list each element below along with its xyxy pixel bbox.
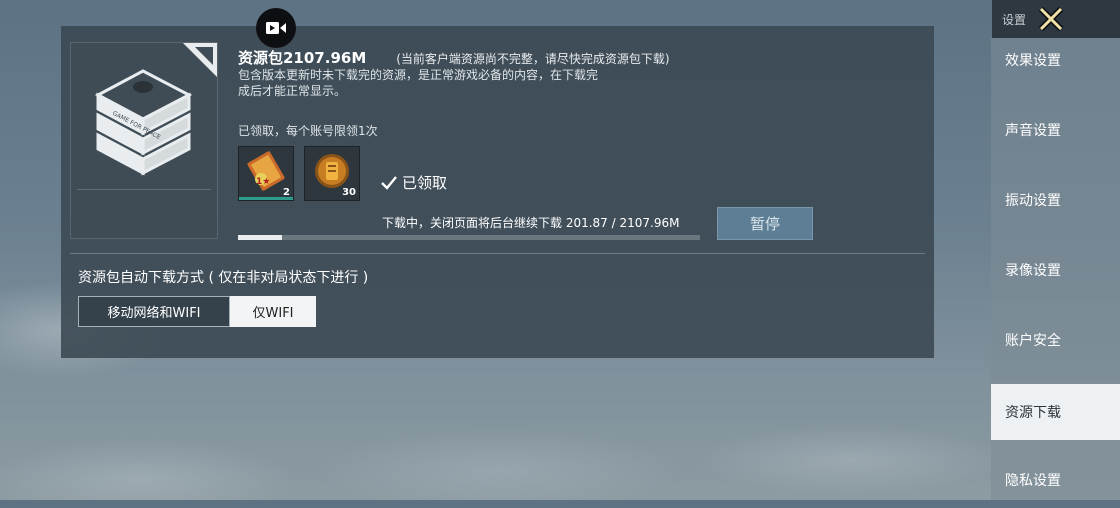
- settings-label: 设置: [1002, 13, 1027, 27]
- sidebar-item-label: 资源下载: [1005, 405, 1061, 421]
- svg-text:1★: 1★: [256, 177, 270, 187]
- sidebar-item-label: 隐私设置: [1005, 473, 1061, 489]
- claim-note: 已领取，每个账号限领1次: [238, 124, 378, 138]
- auto-download-label: 资源包自动下载方式 ( 仅在非对局状态下进行 ): [78, 270, 369, 286]
- sidebar-item-label: 效果设置: [1005, 53, 1061, 69]
- sidebar-item-sound[interactable]: 声音设置: [991, 102, 1120, 158]
- pause-button[interactable]: 暂停: [717, 207, 813, 240]
- download-status: 下载中，关闭页面将后台继续下载 201.87 / 2107.96M: [382, 216, 680, 230]
- claimed-label: 已领取: [402, 174, 448, 192]
- option-wifi-only[interactable]: 仅WIFI: [230, 296, 316, 327]
- sidebar-item-effects[interactable]: 效果设置: [991, 32, 1120, 88]
- sidebar-item-label: 声音设置: [1005, 123, 1061, 139]
- download-progress-fill: [238, 235, 283, 240]
- pack-description: 包含版本更新时未下载完的资源，是正常游戏必备的内容，在下载完 成后才能正常显示。: [238, 67, 678, 99]
- sidebar-item-account-security[interactable]: 账户安全: [991, 312, 1120, 368]
- sidebar-item-recording[interactable]: 录像设置: [991, 242, 1120, 298]
- option-mobile-and-wifi[interactable]: 移动网络和WIFI: [78, 296, 230, 327]
- pack-hint: (当前客户端资源尚不完整，请尽快完成资源包下载): [396, 52, 670, 66]
- resource-pack-icon: GAME FOR PEACE: [94, 69, 193, 176]
- download-progress-bar: [238, 235, 700, 240]
- reward-item-card[interactable]: 1★ 2: [238, 146, 294, 201]
- pack-description-line: 包含版本更新时未下载完的资源，是正常游戏必备的内容，在下载完: [238, 68, 599, 82]
- close-icon[interactable]: [1036, 5, 1066, 33]
- reward-item-coin[interactable]: 30: [304, 146, 360, 201]
- video-record-button[interactable]: [256, 8, 296, 48]
- sidebar-item-label: 振动设置: [1005, 193, 1061, 209]
- checkmark-icon: [381, 175, 397, 190]
- pack-title-row: 资源包2107.96M (当前客户端资源尚不完整，请尽快完成资源包下载): [238, 47, 670, 68]
- section-divider: [70, 253, 925, 254]
- reward-count: 30: [342, 187, 356, 198]
- video-camera-icon: [266, 22, 286, 34]
- claimed-status: 已领取: [380, 172, 447, 193]
- sidebar-item-resource-download[interactable]: 资源下载: [991, 384, 1120, 440]
- resource-pack-card: GAME FOR PEACE: [70, 42, 218, 239]
- pack-description-line: 成后才能正常显示。: [238, 84, 347, 98]
- sidebar-item-label: 账户安全: [1005, 333, 1061, 349]
- pack-title: 资源包2107.96M: [238, 49, 367, 67]
- sidebar-item-label: 录像设置: [1005, 263, 1061, 279]
- sidebar-item-vibration[interactable]: 振动设置: [991, 172, 1120, 228]
